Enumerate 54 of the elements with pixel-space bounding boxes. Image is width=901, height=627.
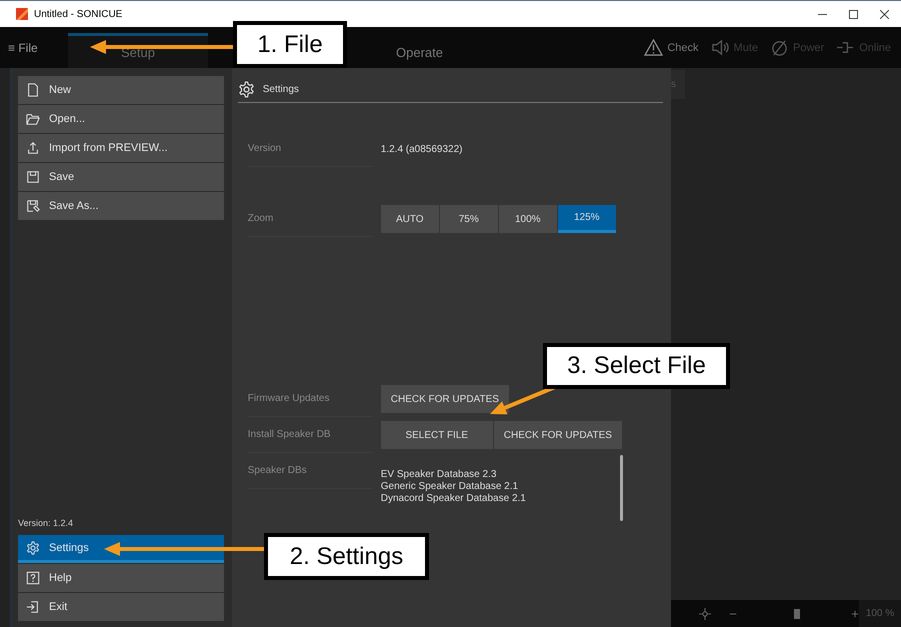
app-logo-icon bbox=[16, 8, 28, 20]
setting-label: Install Speaker DB bbox=[248, 429, 331, 440]
menu-item[interactable]: Settings bbox=[18, 535, 224, 563]
maximize-icon[interactable] bbox=[849, 10, 858, 18]
window-title: Untitled - SONICUE bbox=[34, 8, 122, 20]
slider-thumb[interactable] bbox=[794, 608, 800, 618]
list-item: Dynacord Speaker Database 2.1 bbox=[380, 493, 527, 505]
save-icon bbox=[26, 170, 40, 184]
menu-item[interactable]: Open... bbox=[18, 105, 224, 133]
version-label: Version: 1.2.4 bbox=[18, 518, 74, 528]
zoom-option[interactable]: 125% bbox=[558, 205, 616, 233]
tab[interactable]: Operate bbox=[380, 33, 459, 68]
plus-icon[interactable] bbox=[851, 610, 859, 618]
setting-label: Version bbox=[248, 143, 282, 154]
list-item: EV Speaker Database 2.3 bbox=[380, 469, 498, 481]
plug-icon bbox=[836, 39, 856, 56]
center-icon[interactable] bbox=[699, 608, 711, 620]
menu-item[interactable]: Exit bbox=[18, 593, 224, 621]
action-button[interactable]: CHECK FOR UPDATES bbox=[494, 421, 622, 449]
file-menu-button[interactable]: ≡ File bbox=[0, 27, 68, 68]
settings-icon bbox=[26, 540, 40, 554]
action-button[interactable]: CHECK FOR UPDATES bbox=[380, 385, 509, 413]
callout-label: 2. Settings bbox=[264, 533, 429, 580]
menu-item[interactable]: Help bbox=[18, 564, 224, 592]
close-icon[interactable] bbox=[880, 10, 889, 18]
setting-label: Speaker DBs bbox=[248, 465, 307, 476]
warning-icon bbox=[644, 39, 664, 56]
zoom-option[interactable]: 75% bbox=[440, 205, 498, 233]
exit-icon bbox=[26, 600, 40, 614]
action-label[interactable]: Check bbox=[667, 42, 699, 54]
zoom-reading: 100 % bbox=[859, 600, 901, 627]
version-value: 1.2.4 (a08569322) bbox=[380, 144, 462, 154]
save-as-icon bbox=[26, 199, 40, 213]
callout-label: 1. File bbox=[233, 21, 347, 68]
menu-item[interactable]: Save bbox=[18, 163, 224, 191]
speaker-icon bbox=[710, 39, 730, 56]
upload-icon bbox=[26, 141, 40, 155]
document-icon bbox=[26, 83, 40, 97]
zoom-option[interactable]: AUTO bbox=[380, 205, 439, 233]
power-icon bbox=[770, 39, 790, 56]
zoom-option[interactable]: 100% bbox=[498, 205, 557, 233]
menu-item[interactable]: New bbox=[18, 76, 224, 104]
action-button[interactable]: SELECT FILE bbox=[380, 421, 493, 449]
panel-title: Settings bbox=[262, 84, 299, 94]
menu-item[interactable]: Save As... bbox=[18, 192, 224, 220]
setting-label: Firmware Updates bbox=[248, 393, 330, 404]
menu-item[interactable]: Import from PREVIEW... bbox=[18, 134, 224, 162]
scrollbar[interactable] bbox=[620, 455, 623, 521]
settings-icon bbox=[238, 80, 255, 98]
setting-label: Zoom bbox=[248, 213, 274, 224]
callout-label: 3. Select File bbox=[543, 343, 730, 389]
list-item: Generic Speaker Database 2.1 bbox=[380, 481, 520, 493]
folder-icon bbox=[26, 112, 40, 126]
help-icon bbox=[26, 571, 40, 585]
